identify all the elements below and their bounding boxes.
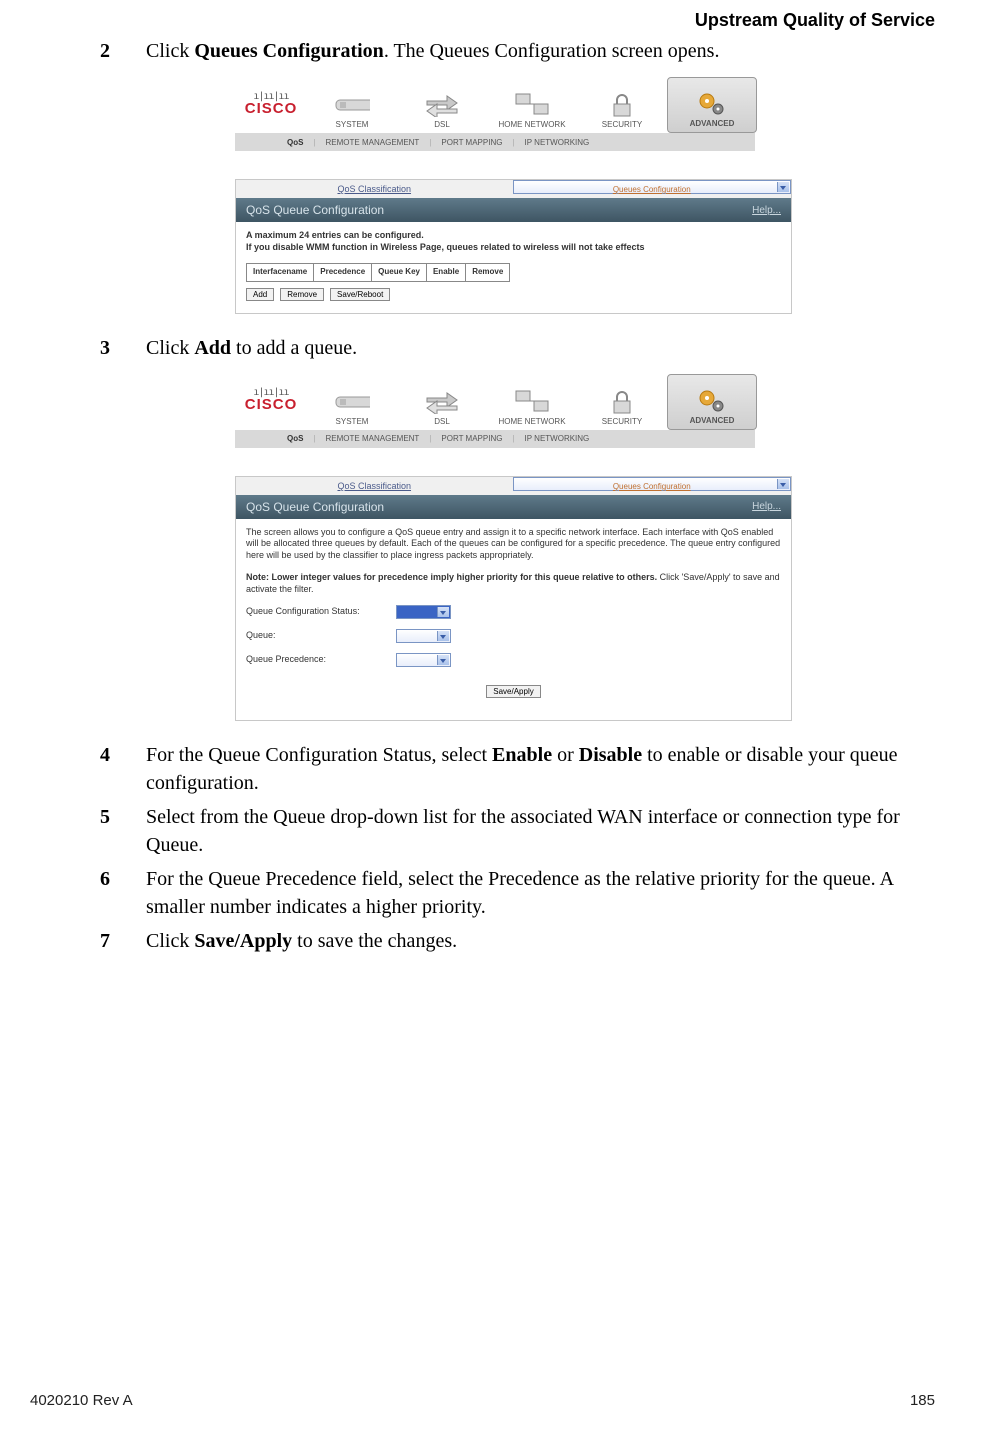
subnav-ip-networking[interactable]: IP NETWORKING xyxy=(515,434,600,443)
help-link[interactable]: Help... xyxy=(752,205,781,216)
top-nav: ı|ıı|ıı CISCO SYSTEM DSL xyxy=(235,372,761,430)
network-icon xyxy=(514,387,550,417)
max-entries-text: A maximum 24 entries can be configured. xyxy=(246,230,781,242)
step-5-text: Select from the Queue drop-down list for… xyxy=(146,803,935,859)
subnav-ip-networking[interactable]: IP NETWORKING xyxy=(515,138,600,147)
col-interfacename: Interfacename xyxy=(247,264,314,281)
lock-icon xyxy=(604,387,640,417)
col-precedence: Precedence xyxy=(314,264,372,281)
help-link[interactable]: Help... xyxy=(752,501,781,512)
panel-title-bar: QoS Queue Configuration Help... xyxy=(236,198,791,222)
sub-nav: QoS| REMOTE MANAGEMENT| PORT MAPPING| IP… xyxy=(235,430,755,448)
step-3: 3 Click Add to add a queue. xyxy=(100,334,935,362)
step-4-text: For the Queue Configuration Status, sele… xyxy=(146,741,935,797)
label-queue-status: Queue Configuration Status: xyxy=(246,606,396,618)
wmm-note-text: If you disable WMM function in Wireless … xyxy=(246,242,781,254)
cisco-wordmark: CISCO xyxy=(245,100,298,117)
network-icon xyxy=(514,90,550,120)
router-icon xyxy=(334,90,370,120)
step-5: 5 Select from the Queue drop-down list f… xyxy=(100,803,935,859)
nav-dsl[interactable]: DSL xyxy=(397,77,487,133)
step-3-number: 3 xyxy=(100,334,118,362)
nav-system[interactable]: SYSTEM xyxy=(307,77,397,133)
subnav-remote-mgmt[interactable]: REMOTE MANAGEMENT xyxy=(316,138,430,147)
subnav-qos[interactable]: QoS xyxy=(277,138,313,147)
step-7: 7 Click Save/Apply to save the changes. xyxy=(100,927,935,955)
col-queue-key: Queue Key xyxy=(372,264,427,281)
tab-qos-classification[interactable]: QoS Classification xyxy=(236,477,513,495)
tab-queues-configuration[interactable]: Queues Configuration xyxy=(513,180,792,194)
col-remove: Remove xyxy=(466,264,510,281)
step-4: 4 For the Queue Configuration Status, se… xyxy=(100,741,935,797)
section-title: Upstream Quality of Service xyxy=(30,10,935,31)
subnav-port-mapping[interactable]: PORT MAPPING xyxy=(431,138,512,147)
row-queue: Queue: xyxy=(246,629,781,643)
col-enable: Enable xyxy=(426,264,465,281)
nav-dsl[interactable]: DSL xyxy=(397,374,487,430)
cisco-wordmark: CISCO xyxy=(245,396,298,413)
nav-advanced[interactable]: ADVANCED xyxy=(667,77,757,133)
save-apply-button[interactable]: Save/Apply xyxy=(486,685,540,698)
subnav-port-mapping[interactable]: PORT MAPPING xyxy=(431,434,512,443)
panel-title: QoS Queue Configuration xyxy=(246,203,384,217)
add-button[interactable]: Add xyxy=(246,288,274,301)
screenshot-queue-config-add: ı|ıı|ıı CISCO SYSTEM DSL xyxy=(235,372,935,721)
top-nav: ı|ıı|ıı CISCO SYSTEM DSL xyxy=(235,75,761,133)
subnav-remote-mgmt[interactable]: REMOTE MANAGEMENT xyxy=(316,434,430,443)
step-6-number: 6 xyxy=(100,865,118,921)
nav-home-network[interactable]: HOME NETWORK xyxy=(487,374,577,430)
qos-panel: QoS Classification Queues Configuration … xyxy=(235,476,792,721)
select-queue-precedence[interactable] xyxy=(396,653,451,667)
step-2-text: Click Queues Configuration. The Queues C… xyxy=(146,37,719,65)
panel-title: QoS Queue Configuration xyxy=(246,500,384,514)
step-7-text: Click Save/Apply to save the changes. xyxy=(146,927,457,955)
row-queue-precedence: Queue Precedence: xyxy=(246,653,781,667)
row-queue-status: Queue Configuration Status: xyxy=(246,605,781,619)
arrows-icon xyxy=(424,90,460,120)
remove-button[interactable]: Remove xyxy=(280,288,324,301)
subnav-qos[interactable]: QoS xyxy=(277,434,313,443)
sub-nav: QoS| REMOTE MANAGEMENT| PORT MAPPING| IP… xyxy=(235,133,755,151)
step-2-number: 2 xyxy=(100,37,118,65)
cisco-logo: ı|ıı|ıı CISCO xyxy=(241,374,301,430)
queue-table: Interfacename Precedence Queue Key Enabl… xyxy=(246,263,510,281)
step-6-text: For the Queue Precedence field, select t… xyxy=(146,865,935,921)
panel-title-bar: QoS Queue Configuration Help... xyxy=(236,495,791,519)
screenshot-queue-config-list: ı|ıı|ıı CISCO SYSTEM DSL xyxy=(235,75,935,314)
save-reboot-button[interactable]: Save/Reboot xyxy=(330,288,390,301)
label-queue: Queue: xyxy=(246,630,396,642)
nav-advanced[interactable]: ADVANCED xyxy=(667,374,757,430)
nav-system[interactable]: SYSTEM xyxy=(307,374,397,430)
gears-icon xyxy=(694,386,730,416)
tab-qos-classification[interactable]: QoS Classification xyxy=(236,180,513,198)
queue-add-note: Note: Lower integer values for precedenc… xyxy=(246,572,781,595)
nav-security[interactable]: SECURITY xyxy=(577,374,667,430)
step-5-number: 5 xyxy=(100,803,118,859)
queue-add-description: The screen allows you to configure a QoS… xyxy=(246,527,781,562)
step-7-number: 7 xyxy=(100,927,118,955)
nav-home-network[interactable]: HOME NETWORK xyxy=(487,77,577,133)
footer-doc-id: 4020210 Rev A xyxy=(30,1392,133,1409)
lock-icon xyxy=(604,90,640,120)
step-3-text: Click Add to add a queue. xyxy=(146,334,357,362)
footer-page-number: 185 xyxy=(910,1392,935,1409)
table-header-row: Interfacename Precedence Queue Key Enabl… xyxy=(247,264,510,281)
panel-tabs: QoS Classification Queues Configuration xyxy=(236,180,791,198)
gears-icon xyxy=(694,89,730,119)
page-footer: 4020210 Rev A 185 xyxy=(30,1392,935,1409)
step-2: 2 Click Queues Configuration. The Queues… xyxy=(100,37,935,65)
arrows-icon xyxy=(424,387,460,417)
select-queue[interactable] xyxy=(396,629,451,643)
qos-panel: QoS Classification Queues Configuration … xyxy=(235,179,792,314)
panel-tabs: QoS Classification Queues Configuration xyxy=(236,477,791,495)
step-6: 6 For the Queue Precedence field, select… xyxy=(100,865,935,921)
cisco-logo: ı|ıı|ıı CISCO xyxy=(241,77,301,133)
nav-security[interactable]: SECURITY xyxy=(577,77,667,133)
step-4-number: 4 xyxy=(100,741,118,797)
label-queue-precedence: Queue Precedence: xyxy=(246,654,396,666)
tab-queues-configuration[interactable]: Queues Configuration xyxy=(513,477,792,491)
router-icon xyxy=(334,387,370,417)
select-queue-status[interactable] xyxy=(396,605,451,619)
